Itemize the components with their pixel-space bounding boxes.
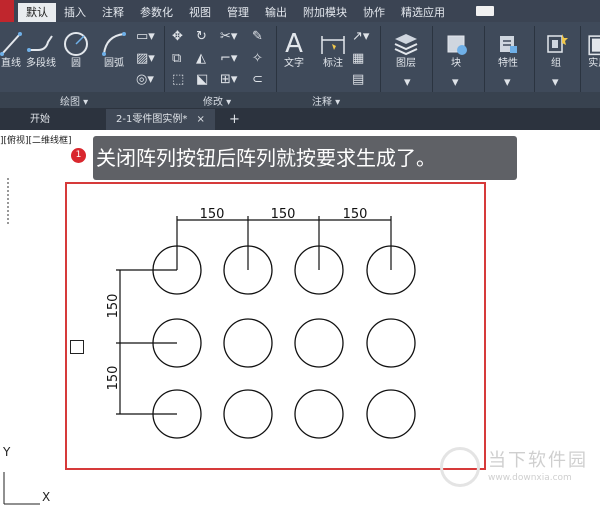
step-badge: 1 <box>71 148 86 163</box>
watermark-name: 当下软件园 <box>488 450 588 471</box>
ucs-y-label: Y <box>3 445 11 459</box>
ucs-x-label: X <box>42 490 51 504</box>
highlight-box <box>65 182 486 470</box>
grip-square[interactable] <box>70 340 84 354</box>
watermark-logo-icon <box>440 447 480 487</box>
watermark-url: www.downxia.com <box>488 473 572 483</box>
watermark: 当下软件园 www.downxia.com <box>440 447 588 487</box>
instruction-tooltip: 关闭阵列按钮后阵列就按要求生成了。 <box>93 136 517 180</box>
